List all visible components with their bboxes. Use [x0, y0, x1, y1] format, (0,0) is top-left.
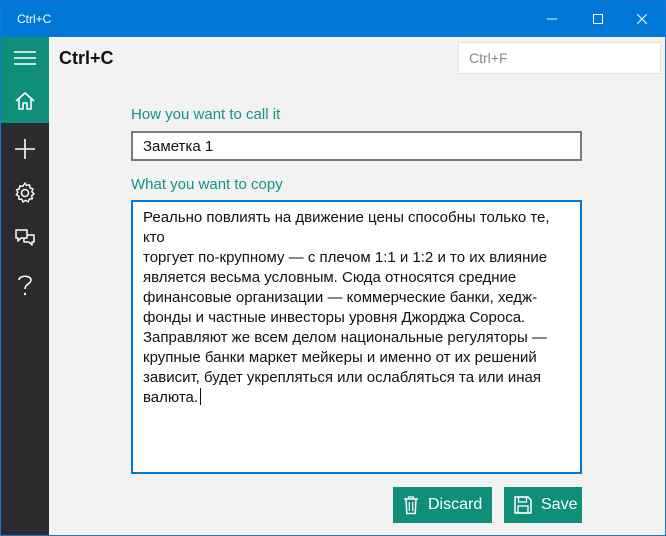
menu-button[interactable] [1, 37, 49, 79]
maximize-button[interactable] [575, 1, 621, 37]
discard-label: Discard [428, 496, 483, 513]
save-button[interactable]: Save [504, 487, 582, 523]
minimize-icon [547, 18, 557, 20]
name-label: How you want to call it [131, 106, 281, 123]
home-icon [15, 92, 35, 110]
plus-icon [15, 139, 35, 159]
sidebar-item-settings[interactable] [1, 171, 49, 215]
sidebar-item-add[interactable] [1, 127, 49, 171]
app-window: Ctrl+C Ctrl+C Ctrl+F How you want to cal… [0, 0, 666, 536]
main-content: How you want to call it What you want to… [49, 79, 665, 535]
save-label: Save [541, 496, 578, 513]
sidebar [1, 37, 49, 535]
copy-label: What you want to copy [131, 176, 283, 193]
sidebar-item-snippets[interactable] [1, 217, 49, 261]
page-title: Ctrl+C [59, 48, 114, 68]
close-icon [637, 14, 647, 24]
top-bar: Ctrl+C [49, 37, 665, 79]
maximize-icon [593, 14, 603, 24]
gear-icon [15, 182, 35, 203]
question-icon [18, 275, 32, 296]
chat-icon [15, 229, 35, 246]
discard-button[interactable]: Discard [393, 487, 492, 523]
save-icon [514, 496, 532, 514]
sidebar-item-help[interactable] [1, 263, 49, 307]
search-input[interactable] [458, 42, 661, 74]
title-bar[interactable]: Ctrl+C [1, 1, 665, 37]
name-field[interactable] [131, 131, 582, 161]
sidebar-item-home[interactable] [1, 79, 49, 123]
copy-text: Реально повлиять на движение цены способ… [143, 209, 550, 406]
hamburger-icon [14, 51, 36, 65]
copy-textarea[interactable]: Реально повлиять на движение цены способ… [131, 200, 582, 474]
minimize-button[interactable] [529, 1, 575, 37]
text-caret [200, 388, 202, 405]
trash-icon [404, 496, 418, 515]
window-title: Ctrl+C [17, 12, 52, 26]
close-button[interactable] [619, 1, 665, 37]
